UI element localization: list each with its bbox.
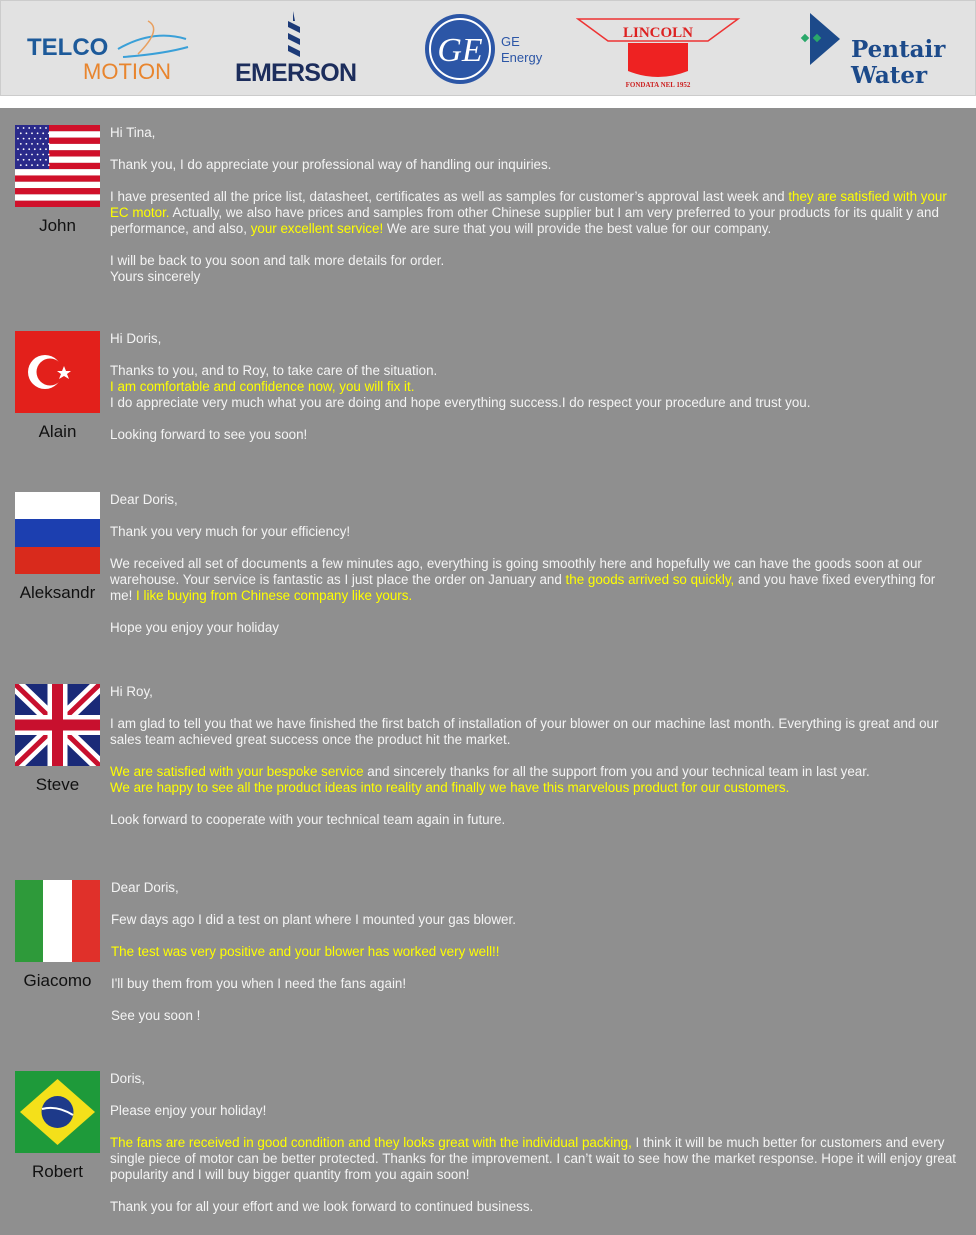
- customer-name: John: [39, 216, 76, 235]
- message-paragraph: Hope you enjoy your holiday: [110, 620, 960, 636]
- testimonial-message: Hi Doris, Thanks to you, and to Roy, to t…: [110, 331, 960, 459]
- message-paragraph: I'll buy them from you when I need the f…: [111, 976, 961, 992]
- svg-text:FONDATA NEL 1952: FONDATA NEL 1952: [626, 81, 691, 89]
- message-text: We are sure that you will provide the be…: [383, 221, 772, 236]
- testimonial-message: Dear Doris, Thank you very much for your …: [110, 492, 960, 652]
- message-text: Few days ago I did a test on plant where…: [111, 912, 516, 927]
- svg-text:TELCO: TELCO: [27, 34, 108, 61]
- testimonial-message: Dear Doris, Few days ago I did a test on …: [111, 880, 961, 1040]
- customer-name: Aleksandr: [19, 583, 96, 602]
- message-text: Hope you enjoy your holiday: [110, 620, 279, 635]
- highlighted-text: I am comfortable and confidence now, you…: [110, 379, 415, 394]
- message-paragraph: We are satisfied with your bespoke servi…: [110, 764, 960, 796]
- message-text: Please enjoy your holiday!: [110, 1103, 267, 1118]
- svg-text:Pentair: Pentair: [851, 36, 946, 63]
- message-paragraph: Thank you very much for your efficiency!: [110, 524, 960, 540]
- message-paragraph: Hi Doris,: [110, 331, 960, 347]
- customer-name: Alain: [38, 422, 77, 441]
- brazil-flag-icon: [15, 1071, 100, 1153]
- customer-info: Steve: [15, 684, 100, 795]
- testimonial-message: Hi Tina, Thank you, I do appreciate your …: [110, 125, 960, 301]
- message-paragraph: Few days ago I did a test on plant where…: [111, 912, 961, 928]
- message-text: I'll buy them from you when I need the f…: [111, 976, 407, 991]
- customer-name: Giacomo: [23, 971, 92, 990]
- message-text: Thanks to you, and to Roy, to take care …: [110, 363, 438, 378]
- message-text: Dear Doris,: [110, 492, 178, 507]
- testimonial-message: Doris, Please enjoy your holiday! The fans…: [110, 1071, 960, 1231]
- message-paragraph: Hi Roy,: [110, 684, 960, 700]
- message-text: I am glad to tell you that we have finis…: [110, 716, 939, 747]
- message-text: I will be back to you soon and talk more…: [110, 253, 445, 268]
- uk-flag-icon: [15, 684, 100, 766]
- highlighted-text: the goods arrived so quickly,: [565, 572, 735, 587]
- message-text: Thank you very much for your efficiency!: [110, 524, 351, 539]
- message-paragraph: See you soon !: [111, 1008, 961, 1024]
- highlighted-text: your excellent service!: [250, 221, 384, 236]
- highlighted-text: I like buying from Chinese company like …: [136, 588, 413, 603]
- svg-text:MOTION: MOTION: [83, 59, 171, 84]
- ge-energy-logo: GE GE Energy: [425, 14, 543, 84]
- pentair-water-logo: Pentair Water: [800, 13, 946, 89]
- italy-flag-icon: [15, 880, 100, 962]
- divider-band: [0, 96, 976, 108]
- turkey-flag-icon: [15, 331, 100, 413]
- message-text: Dear Doris,: [111, 880, 179, 895]
- customer-info: Robert: [15, 1071, 100, 1182]
- message-paragraph: Please enjoy your holiday!: [110, 1103, 960, 1119]
- message-text: Hi Roy,: [110, 684, 153, 699]
- highlighted-text: We are satisfied with your bespoke servi…: [110, 764, 364, 779]
- message-paragraph: The fans are received in good condition …: [110, 1135, 960, 1183]
- testimonial-message: Hi Roy, I am glad to tell you that we hav…: [110, 684, 960, 844]
- message-paragraph: Thanks to you, and to Roy, to take care …: [110, 363, 960, 411]
- message-text: Hi Tina,: [110, 125, 156, 140]
- message-text: Hi Doris,: [110, 331, 162, 346]
- message-paragraph: Doris,: [110, 1071, 960, 1087]
- message-paragraph: I am glad to tell you that we have finis…: [110, 716, 960, 748]
- svg-text:Water: Water: [850, 62, 928, 89]
- highlighted-text: We are happy to see all the product idea…: [110, 780, 790, 795]
- message-paragraph: We received all set of documents a few m…: [110, 556, 960, 604]
- lincoln-logo: LINCOLN FONDATA NEL 1952: [576, 18, 741, 89]
- message-paragraph: Looking forward to see you soon!: [110, 427, 960, 443]
- customer-info: Alain: [15, 331, 100, 442]
- message-paragraph: Dear Doris,: [110, 492, 960, 508]
- message-paragraph: Thank you for all your effort and we loo…: [110, 1199, 960, 1215]
- partner-logos-header: TELCO MOTION EMERSON GE GE Energy LINCOL…: [0, 0, 976, 96]
- message-text: Doris,: [110, 1071, 145, 1086]
- customer-info: John: [15, 125, 100, 236]
- customer-name: Robert: [31, 1162, 84, 1181]
- message-paragraph: Dear Doris,: [111, 880, 961, 896]
- message-text: I do appreciate very much what you are d…: [110, 395, 811, 410]
- message-paragraph: Thank you, I do appreciate your professi…: [110, 157, 960, 173]
- message-paragraph: The test was very positive and your blow…: [111, 944, 961, 960]
- message-paragraph: I will be back to you soon and talk more…: [110, 253, 960, 285]
- message-paragraph: I have presented all the price list, dat…: [110, 189, 960, 237]
- russia-flag-icon: [15, 492, 100, 574]
- customer-info: Giacomo: [15, 880, 100, 991]
- usa-flag-icon: [15, 125, 100, 207]
- message-text: Looking forward to see you soon!: [110, 427, 308, 442]
- highlighted-text: The test was very positive and your blow…: [111, 944, 500, 959]
- svg-text:EMERSON: EMERSON: [235, 59, 357, 87]
- message-text: See you soon !: [111, 1008, 201, 1023]
- message-text: I have presented all the price list, dat…: [110, 189, 789, 204]
- message-text: Yours sincerely: [110, 269, 201, 284]
- message-paragraph: Look forward to cooperate with your tech…: [110, 812, 960, 828]
- customer-name: Steve: [35, 775, 80, 794]
- svg-text:GE: GE: [437, 32, 483, 69]
- message-text: and sincerely thanks for all the support…: [363, 764, 870, 779]
- svg-text:GE: GE: [501, 34, 520, 49]
- highlighted-text: The fans are received in good condition …: [110, 1135, 632, 1150]
- customer-info: Aleksandr: [15, 492, 100, 603]
- svg-text:Energy: Energy: [501, 50, 543, 65]
- message-paragraph: Hi Tina,: [110, 125, 960, 141]
- message-text: Thank you, I do appreciate your professi…: [110, 157, 552, 172]
- message-text: Look forward to cooperate with your tech…: [110, 812, 506, 827]
- telco-motion-logo: TELCO MOTION: [27, 20, 189, 84]
- emerson-logo: EMERSON: [235, 11, 357, 87]
- svg-text:LINCOLN: LINCOLN: [623, 25, 693, 41]
- message-text: Thank you for all your effort and we loo…: [110, 1199, 534, 1214]
